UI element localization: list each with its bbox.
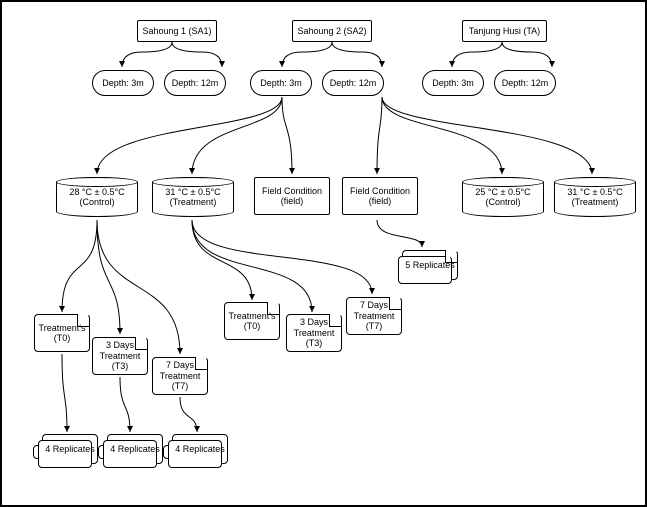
- replicates-label: 5 Replicates: [405, 260, 455, 270]
- replicates-label: 4 Replicates: [110, 444, 160, 454]
- condition-label: 25 °C ± 0.5°C (Control): [465, 187, 541, 208]
- replicates-5: 5 Replicates: [402, 250, 458, 280]
- condition-label: 28 °C ± 0.5°C (Control): [59, 187, 135, 208]
- treatment-t0: Treatment's (T0): [224, 302, 280, 340]
- condition-control-28: 28 °C ± 0.5°C (Control): [56, 177, 138, 217]
- condition-label: 31 °C ± 0.5°C (Treatment): [557, 187, 633, 208]
- condition-control-25: 25 °C ± 0.5°C (Control): [462, 177, 544, 217]
- condition-label: 31 °C ± 0.5°C (Treatment): [155, 187, 231, 208]
- replicates-4-a: 4 Replicates: [42, 434, 98, 464]
- depth-label: Depth: 3m: [432, 78, 474, 88]
- depth-label: Depth: 3m: [260, 78, 302, 88]
- site-ta-label: Tanjung Husi (TA): [469, 26, 540, 36]
- timepoint-label: 7 Days Treatment (T7): [349, 300, 399, 331]
- condition-treatment-31: 31 °C ± 0.5°C (Treatment): [152, 177, 234, 217]
- condition-field-3m: Field Condition (field): [254, 177, 330, 215]
- diagram-canvas: Sahoung 1 (SA1) Sahoung 2 (SA2) Tanjung …: [0, 0, 647, 507]
- replicates-4-b: 4 Replicates: [107, 434, 163, 464]
- depth-label: Depth: 12m: [172, 78, 219, 88]
- treatment-t3: 3 Days Treatment (T3): [286, 314, 342, 352]
- timepoint-label: 3 Days Treatment (T3): [289, 317, 339, 348]
- control-t0: Treatment's (T0): [34, 314, 90, 352]
- timepoint-label: 3 Days Treatment (T3): [95, 340, 145, 371]
- site-sa2: Sahoung 2 (SA2): [292, 20, 372, 42]
- control-t7: 7 Days Treatment (T7): [152, 357, 208, 395]
- replicates-label: 4 Replicates: [45, 444, 95, 454]
- sa2-depth-12m: Depth: 12m: [322, 70, 384, 96]
- condition-label: Field Condition (field): [345, 186, 415, 207]
- control-t3: 3 Days Treatment (T3): [92, 337, 148, 375]
- timepoint-label: Treatment's (T0): [227, 311, 277, 332]
- condition-label: Field Condition (field): [257, 186, 327, 207]
- sa2-depth-3m: Depth: 3m: [250, 70, 312, 96]
- replicates-label: 4 Replicates: [175, 444, 225, 454]
- sa1-depth-12m: Depth: 12m: [164, 70, 226, 96]
- condition-treatment-31b: 31 °C ± 0.5°C (Treatment): [554, 177, 636, 217]
- timepoint-label: 7 Days Treatment (T7): [155, 360, 205, 391]
- condition-field-12m: Field Condition (field): [342, 177, 418, 215]
- sa1-depth-3m: Depth: 3m: [92, 70, 154, 96]
- ta-depth-12m: Depth: 12m: [494, 70, 556, 96]
- treatment-t7: 7 Days Treatment (T7): [346, 297, 402, 335]
- depth-label: Depth: 3m: [102, 78, 144, 88]
- site-sa2-label: Sahoung 2 (SA2): [297, 26, 366, 36]
- replicates-4-c: 4 Replicates: [172, 434, 228, 464]
- site-sa1-label: Sahoung 1 (SA1): [142, 26, 211, 36]
- ta-depth-3m: Depth: 3m: [422, 70, 484, 96]
- site-ta: Tanjung Husi (TA): [462, 20, 547, 42]
- depth-label: Depth: 12m: [502, 78, 549, 88]
- depth-label: Depth: 12m: [330, 78, 377, 88]
- timepoint-label: Treatment's (T0): [37, 323, 87, 344]
- site-sa1: Sahoung 1 (SA1): [137, 20, 217, 42]
